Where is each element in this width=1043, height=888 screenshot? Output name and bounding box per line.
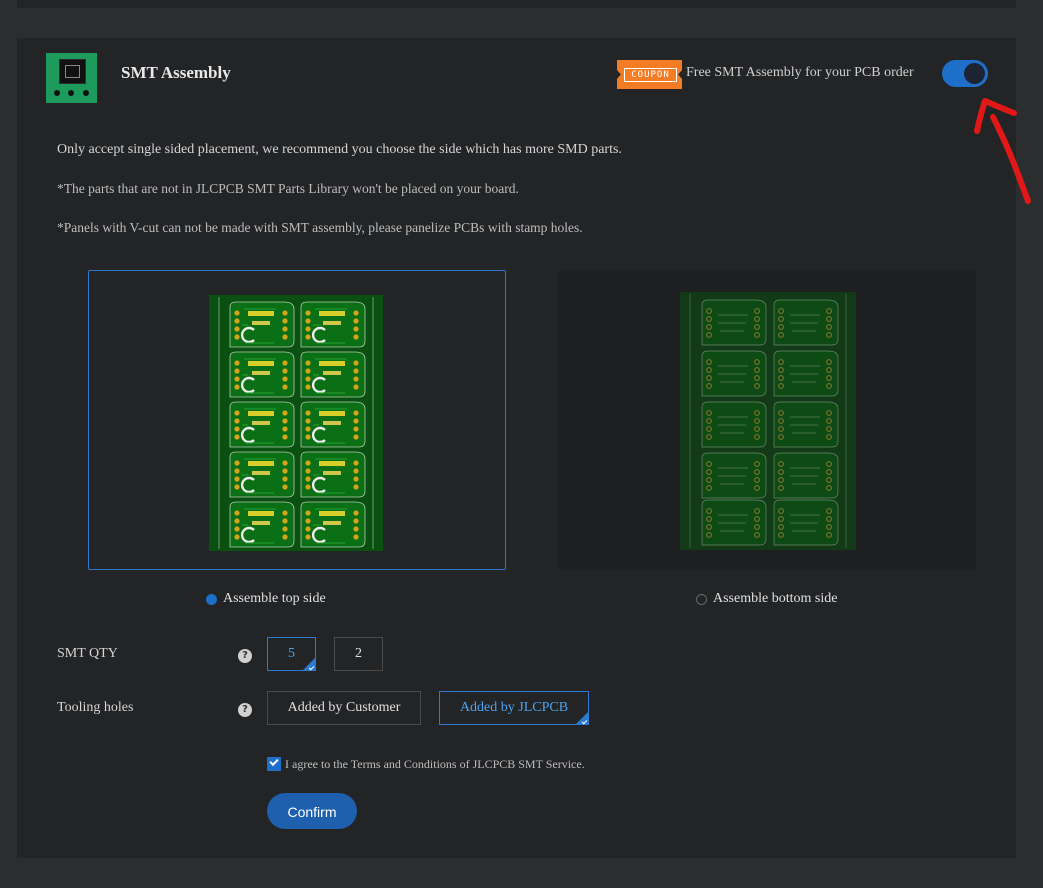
note-panels-vcut: *Panels with V-cut can not be made with … [57,220,583,235]
smt-qty-option-5-label: 5 [288,646,295,661]
selected-check-icon [308,664,315,671]
agree-terms-checkbox[interactable] [267,757,281,771]
red-arrow-annotation-icon [974,98,1031,204]
smt-qty-option-5[interactable]: 5 [267,637,316,671]
pcb-bottom-image [680,292,856,550]
assemble-bottom-side-label: Assemble bottom side [713,591,838,606]
coupon-icon: COUPON [617,60,682,89]
tooling-added-by-customer[interactable]: Added by Customer [267,691,421,725]
selected-check-icon [581,718,588,725]
note-parts-library: *The parts that are not in JLCPCB SMT Pa… [57,181,519,196]
tooling-added-by-jlcpcb-label: Added by JLCPCB [459,700,569,715]
toggle-knob [964,63,985,84]
tooling-added-by-jlcpcb[interactable]: Added by JLCPCB [439,691,589,725]
agree-terms-text: I agree to the Terms and Conditions of J… [285,757,585,771]
confirm-button[interactable]: Confirm [267,793,357,829]
coupon-description: Free SMT Assembly for your PCB order [686,65,914,80]
chip-icon [46,53,97,103]
bottom-side-card[interactable] [558,270,976,570]
assemble-top-side-label: Assemble top side [223,591,326,606]
tooling-added-by-customer-label: Added by Customer [287,700,401,715]
top-side-card[interactable] [88,270,506,570]
smt-qty-option-2-label: 2 [355,646,362,661]
coupon-badge-text: COUPON [624,68,677,82]
note-single-sided: Only accept single sided placement, we r… [57,142,622,157]
section-title: SMT Assembly [121,63,231,82]
tooling-holes-help-icon[interactable]: ? [238,703,252,717]
tooling-holes-label: Tooling holes [57,700,134,715]
pcb-top-image [209,295,383,551]
assemble-bottom-side-radio[interactable]: Assemble bottom side [696,591,837,607]
previous-section-edge [17,0,1016,8]
radio-selected-icon [206,593,217,605]
smt-qty-help-icon[interactable]: ? [238,649,252,663]
smt-assembly-toggle[interactable] [942,60,988,87]
smt-qty-option-2[interactable]: 2 [334,637,383,671]
assemble-top-side-radio[interactable]: Assemble top side [206,591,326,607]
radio-unselected-icon [696,593,707,605]
smt-qty-label: SMT QTY [57,646,118,661]
